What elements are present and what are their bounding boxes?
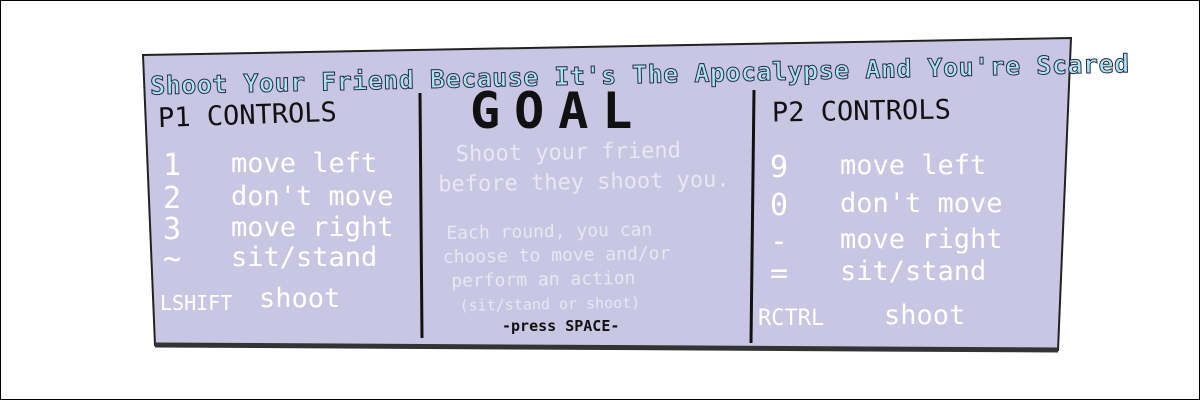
round-description: Each round, you can choose to move and/o… [442,218,671,318]
p2-action: don't move [840,188,1003,219]
left-divider [418,92,424,339]
goal-heading: GOAL [470,82,647,140]
p1-action: don't move [231,181,394,212]
round-line: choose to move and/or [442,243,671,268]
p2-action: move left [840,150,987,181]
p1-action: shoot [259,283,341,314]
p2-key: - [770,224,789,259]
round-line: (sit/stand or shoot) [459,293,641,315]
p1-key: LSHIFT [160,291,233,315]
p1-key: ~ [163,242,182,277]
p1-action: move right [231,212,394,243]
p1-key: 2 [163,181,182,216]
goal-line: before they shoot you. [438,167,730,198]
goal-description: Shoot your friend before they shoot you. [437,135,730,200]
p2-action: move right [840,224,1003,255]
p2-action: shoot [884,300,966,331]
p2-action: sit/stand [840,256,987,287]
p1-action: sit/stand [231,242,378,273]
p1-controls-heading: P1 CONTROLS [157,96,338,135]
press-space-prompt[interactable]: -press SPACE- [502,317,619,335]
p2-key: = [770,256,789,291]
p1-key: 1 [163,148,182,183]
p1-action: move left [231,148,378,179]
p2-key: RCTRL [758,306,825,331]
p2-controls-heading: P2 CONTROLS [771,94,952,129]
p2-key: 9 [770,150,789,185]
p2-key: 0 [770,188,789,223]
